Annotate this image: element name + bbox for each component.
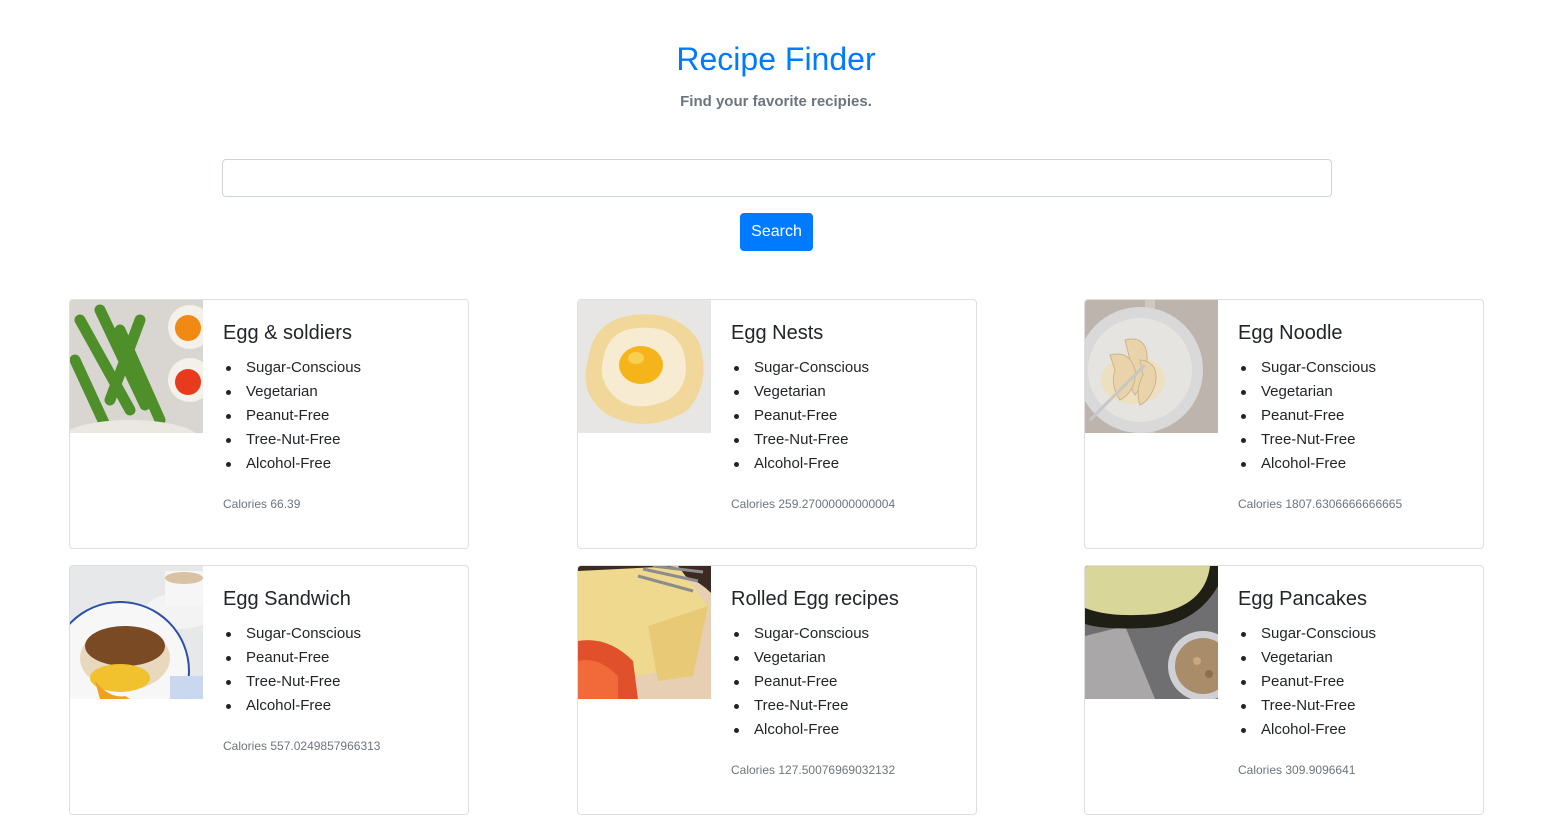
- health-labels-list: Sugar-Conscious Peanut-Free Tree-Nut-Fre…: [223, 622, 458, 718]
- calories-text: Calories 309.9096641: [1238, 763, 1356, 777]
- recipe-image: [578, 300, 711, 433]
- calories-text: Calories 557.0249857966313: [223, 739, 381, 753]
- health-label: Alcohol-Free: [223, 694, 458, 718]
- health-label: Peanut-Free: [223, 404, 458, 428]
- recipe-card: Egg Nests Sugar-Conscious Vegetarian Pea…: [577, 299, 977, 549]
- page-title: Recipe Finder: [676, 41, 876, 77]
- health-label: Tree-Nut-Free: [731, 694, 966, 718]
- recipe-title: Egg Nests: [731, 322, 824, 344]
- page-subtitle: Find your favorite recipies.: [680, 93, 872, 110]
- health-label: Alcohol-Free: [1238, 718, 1473, 742]
- recipe-card: Egg & soldiers Sugar-Conscious Vegetaria…: [69, 299, 469, 549]
- health-labels-list: Sugar-Conscious Vegetarian Peanut-Free T…: [223, 356, 458, 476]
- health-label: Tree-Nut-Free: [223, 428, 458, 452]
- recipe-card: Egg Noodle Sugar-Conscious Vegetarian Pe…: [1084, 299, 1484, 549]
- health-labels-list: Sugar-Conscious Vegetarian Peanut-Free T…: [1238, 356, 1473, 476]
- health-label: Vegetarian: [223, 380, 458, 404]
- health-label: Tree-Nut-Free: [731, 428, 966, 452]
- recipe-image: [70, 300, 203, 433]
- health-label: Sugar-Conscious: [223, 356, 458, 380]
- recipe-title: Egg Noodle: [1238, 322, 1343, 344]
- recipe-card: Rolled Egg recipes Sugar-Conscious Veget…: [577, 565, 977, 815]
- health-label: Vegetarian: [1238, 646, 1473, 670]
- calories-value: 127.50076969032132: [778, 763, 896, 777]
- health-label: Alcohol-Free: [731, 452, 966, 476]
- health-label: Tree-Nut-Free: [223, 670, 458, 694]
- calories-value: 66.39: [270, 497, 301, 511]
- recipe-card: Egg Sandwich Sugar-Conscious Peanut-Free…: [69, 565, 469, 815]
- calories-text: Calories 259.27000000000004: [731, 497, 896, 511]
- health-labels-list: Sugar-Conscious Vegetarian Peanut-Free T…: [731, 622, 966, 742]
- calories-text: Calories 1807.6306666666665: [1238, 497, 1403, 511]
- health-labels-list: Sugar-Conscious Vegetarian Peanut-Free T…: [1238, 622, 1473, 742]
- health-label: Peanut-Free: [1238, 670, 1473, 694]
- recipe-card: Egg Pancakes Sugar-Conscious Vegetarian …: [1084, 565, 1484, 815]
- recipe-image: [578, 566, 711, 699]
- calories-text: Calories 127.50076969032132: [731, 763, 896, 777]
- health-label: Vegetarian: [731, 380, 966, 404]
- calories-value: 557.0249857966313: [270, 739, 381, 753]
- health-label: Peanut-Free: [731, 670, 966, 694]
- search-input[interactable]: [222, 159, 1332, 197]
- health-label: Peanut-Free: [223, 646, 458, 670]
- search-button[interactable]: Search: [740, 213, 813, 251]
- health-label: Alcohol-Free: [1238, 452, 1473, 476]
- health-labels-list: Sugar-Conscious Vegetarian Peanut-Free T…: [731, 356, 966, 476]
- health-label: Peanut-Free: [1238, 404, 1473, 428]
- health-label: Alcohol-Free: [731, 718, 966, 742]
- health-label: Peanut-Free: [731, 404, 966, 428]
- recipe-title: Rolled Egg recipes: [731, 588, 899, 610]
- health-label: Sugar-Conscious: [731, 622, 966, 646]
- recipe-image: [1085, 566, 1218, 699]
- recipe-image: [70, 566, 203, 699]
- health-label: Sugar-Conscious: [731, 356, 966, 380]
- health-label: Tree-Nut-Free: [1238, 694, 1473, 718]
- health-label: Vegetarian: [1238, 380, 1473, 404]
- calories-value: 1807.6306666666665: [1285, 497, 1403, 511]
- recipe-image: [1085, 300, 1218, 433]
- recipe-title: Egg Pancakes: [1238, 588, 1367, 610]
- recipe-title: Egg & soldiers: [223, 322, 352, 344]
- calories-value: 259.27000000000004: [778, 497, 896, 511]
- calories-text: Calories 66.39: [223, 497, 301, 511]
- health-label: Vegetarian: [731, 646, 966, 670]
- health-label: Alcohol-Free: [223, 452, 458, 476]
- health-label: Tree-Nut-Free: [1238, 428, 1473, 452]
- calories-value: 309.9096641: [1285, 763, 1356, 777]
- health-label: Sugar-Conscious: [1238, 356, 1473, 380]
- health-label: Sugar-Conscious: [1238, 622, 1473, 646]
- recipe-title: Egg Sandwich: [223, 588, 351, 610]
- health-label: Sugar-Conscious: [223, 622, 458, 646]
